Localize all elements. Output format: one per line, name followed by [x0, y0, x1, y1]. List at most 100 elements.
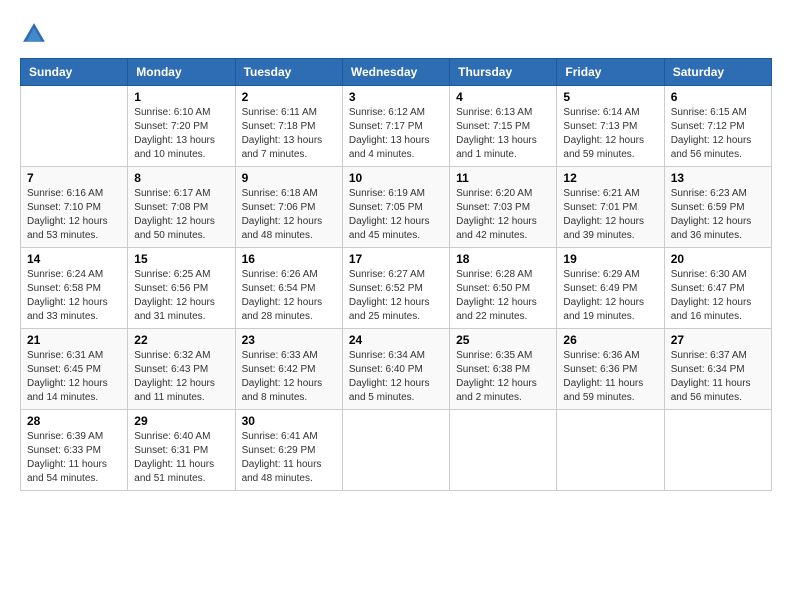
cell-info: Sunrise: 6:34 AMSunset: 6:40 PMDaylight:… — [349, 349, 443, 405]
date-number: 2 — [242, 90, 336, 104]
calendar-cell: 21 Sunrise: 6:31 AMSunset: 6:45 PMDaylig… — [21, 329, 128, 410]
calendar-cell: 10 Sunrise: 6:19 AMSunset: 7:05 PMDaylig… — [342, 167, 449, 248]
date-number: 29 — [134, 414, 228, 428]
cell-info: Sunrise: 6:20 AMSunset: 7:03 PMDaylight:… — [456, 187, 550, 243]
calendar-cell: 15 Sunrise: 6:25 AMSunset: 6:56 PMDaylig… — [128, 248, 235, 329]
date-number: 24 — [349, 333, 443, 347]
date-number: 28 — [27, 414, 121, 428]
date-number: 15 — [134, 252, 228, 266]
date-number: 13 — [671, 171, 765, 185]
cell-info: Sunrise: 6:23 AMSunset: 6:59 PMDaylight:… — [671, 187, 765, 243]
date-number: 30 — [242, 414, 336, 428]
logo-icon — [20, 20, 48, 48]
date-number: 25 — [456, 333, 550, 347]
calendar-cell: 6 Sunrise: 6:15 AMSunset: 7:12 PMDayligh… — [664, 86, 771, 167]
date-number: 1 — [134, 90, 228, 104]
day-header-monday: Monday — [128, 59, 235, 86]
date-number: 10 — [349, 171, 443, 185]
date-number: 9 — [242, 171, 336, 185]
date-number: 23 — [242, 333, 336, 347]
calendar-cell: 11 Sunrise: 6:20 AMSunset: 7:03 PMDaylig… — [450, 167, 557, 248]
calendar-cell: 3 Sunrise: 6:12 AMSunset: 7:17 PMDayligh… — [342, 86, 449, 167]
date-number: 22 — [134, 333, 228, 347]
date-number: 5 — [563, 90, 657, 104]
cell-info: Sunrise: 6:29 AMSunset: 6:49 PMDaylight:… — [563, 268, 657, 324]
cell-info: Sunrise: 6:11 AMSunset: 7:18 PMDaylight:… — [242, 106, 336, 162]
cell-info: Sunrise: 6:28 AMSunset: 6:50 PMDaylight:… — [456, 268, 550, 324]
day-header-sunday: Sunday — [21, 59, 128, 86]
cell-info: Sunrise: 6:32 AMSunset: 6:43 PMDaylight:… — [134, 349, 228, 405]
calendar-cell: 2 Sunrise: 6:11 AMSunset: 7:18 PMDayligh… — [235, 86, 342, 167]
date-number: 6 — [671, 90, 765, 104]
cell-info: Sunrise: 6:35 AMSunset: 6:38 PMDaylight:… — [456, 349, 550, 405]
calendar-cell: 22 Sunrise: 6:32 AMSunset: 6:43 PMDaylig… — [128, 329, 235, 410]
date-number: 14 — [27, 252, 121, 266]
calendar-cell: 9 Sunrise: 6:18 AMSunset: 7:06 PMDayligh… — [235, 167, 342, 248]
date-number: 18 — [456, 252, 550, 266]
calendar-cell: 17 Sunrise: 6:27 AMSunset: 6:52 PMDaylig… — [342, 248, 449, 329]
calendar-week-5: 28 Sunrise: 6:39 AMSunset: 6:33 PMDaylig… — [21, 410, 772, 491]
date-number: 7 — [27, 171, 121, 185]
calendar-table: SundayMondayTuesdayWednesdayThursdayFrid… — [20, 58, 772, 491]
cell-info: Sunrise: 6:19 AMSunset: 7:05 PMDaylight:… — [349, 187, 443, 243]
cell-info: Sunrise: 6:17 AMSunset: 7:08 PMDaylight:… — [134, 187, 228, 243]
cell-info: Sunrise: 6:30 AMSunset: 6:47 PMDaylight:… — [671, 268, 765, 324]
cell-info: Sunrise: 6:24 AMSunset: 6:58 PMDaylight:… — [27, 268, 121, 324]
day-header-row: SundayMondayTuesdayWednesdayThursdayFrid… — [21, 59, 772, 86]
calendar-week-2: 7 Sunrise: 6:16 AMSunset: 7:10 PMDayligh… — [21, 167, 772, 248]
calendar-cell: 30 Sunrise: 6:41 AMSunset: 6:29 PMDaylig… — [235, 410, 342, 491]
cell-info: Sunrise: 6:33 AMSunset: 6:42 PMDaylight:… — [242, 349, 336, 405]
date-number: 20 — [671, 252, 765, 266]
calendar-week-4: 21 Sunrise: 6:31 AMSunset: 6:45 PMDaylig… — [21, 329, 772, 410]
date-number: 8 — [134, 171, 228, 185]
calendar-cell: 28 Sunrise: 6:39 AMSunset: 6:33 PMDaylig… — [21, 410, 128, 491]
date-number: 27 — [671, 333, 765, 347]
date-number: 16 — [242, 252, 336, 266]
date-number: 19 — [563, 252, 657, 266]
calendar-cell — [557, 410, 664, 491]
cell-info: Sunrise: 6:21 AMSunset: 7:01 PMDaylight:… — [563, 187, 657, 243]
cell-info: Sunrise: 6:27 AMSunset: 6:52 PMDaylight:… — [349, 268, 443, 324]
calendar-cell: 12 Sunrise: 6:21 AMSunset: 7:01 PMDaylig… — [557, 167, 664, 248]
calendar-cell — [342, 410, 449, 491]
cell-info: Sunrise: 6:31 AMSunset: 6:45 PMDaylight:… — [27, 349, 121, 405]
calendar-cell: 4 Sunrise: 6:13 AMSunset: 7:15 PMDayligh… — [450, 86, 557, 167]
date-number: 3 — [349, 90, 443, 104]
calendar-cell: 5 Sunrise: 6:14 AMSunset: 7:13 PMDayligh… — [557, 86, 664, 167]
logo — [20, 20, 52, 48]
calendar-week-3: 14 Sunrise: 6:24 AMSunset: 6:58 PMDaylig… — [21, 248, 772, 329]
date-number: 4 — [456, 90, 550, 104]
cell-info: Sunrise: 6:13 AMSunset: 7:15 PMDaylight:… — [456, 106, 550, 162]
calendar-cell: 16 Sunrise: 6:26 AMSunset: 6:54 PMDaylig… — [235, 248, 342, 329]
cell-info: Sunrise: 6:36 AMSunset: 6:36 PMDaylight:… — [563, 349, 657, 405]
calendar-cell: 23 Sunrise: 6:33 AMSunset: 6:42 PMDaylig… — [235, 329, 342, 410]
calendar-cell: 7 Sunrise: 6:16 AMSunset: 7:10 PMDayligh… — [21, 167, 128, 248]
calendar-cell: 18 Sunrise: 6:28 AMSunset: 6:50 PMDaylig… — [450, 248, 557, 329]
day-header-thursday: Thursday — [450, 59, 557, 86]
cell-info: Sunrise: 6:39 AMSunset: 6:33 PMDaylight:… — [27, 430, 121, 486]
cell-info: Sunrise: 6:25 AMSunset: 6:56 PMDaylight:… — [134, 268, 228, 324]
calendar-cell: 25 Sunrise: 6:35 AMSunset: 6:38 PMDaylig… — [450, 329, 557, 410]
calendar-cell: 27 Sunrise: 6:37 AMSunset: 6:34 PMDaylig… — [664, 329, 771, 410]
calendar-cell — [21, 86, 128, 167]
calendar-cell: 26 Sunrise: 6:36 AMSunset: 6:36 PMDaylig… — [557, 329, 664, 410]
calendar-cell: 29 Sunrise: 6:40 AMSunset: 6:31 PMDaylig… — [128, 410, 235, 491]
cell-info: Sunrise: 6:12 AMSunset: 7:17 PMDaylight:… — [349, 106, 443, 162]
calendar-cell: 20 Sunrise: 6:30 AMSunset: 6:47 PMDaylig… — [664, 248, 771, 329]
day-header-wednesday: Wednesday — [342, 59, 449, 86]
cell-info: Sunrise: 6:14 AMSunset: 7:13 PMDaylight:… — [563, 106, 657, 162]
date-number: 21 — [27, 333, 121, 347]
calendar-cell: 14 Sunrise: 6:24 AMSunset: 6:58 PMDaylig… — [21, 248, 128, 329]
calendar-cell — [450, 410, 557, 491]
calendar-cell: 8 Sunrise: 6:17 AMSunset: 7:08 PMDayligh… — [128, 167, 235, 248]
day-header-tuesday: Tuesday — [235, 59, 342, 86]
date-number: 17 — [349, 252, 443, 266]
calendar-cell — [664, 410, 771, 491]
cell-info: Sunrise: 6:10 AMSunset: 7:20 PMDaylight:… — [134, 106, 228, 162]
cell-info: Sunrise: 6:18 AMSunset: 7:06 PMDaylight:… — [242, 187, 336, 243]
calendar-cell: 1 Sunrise: 6:10 AMSunset: 7:20 PMDayligh… — [128, 86, 235, 167]
calendar-week-1: 1 Sunrise: 6:10 AMSunset: 7:20 PMDayligh… — [21, 86, 772, 167]
day-header-friday: Friday — [557, 59, 664, 86]
page-header — [20, 20, 772, 48]
calendar-cell: 19 Sunrise: 6:29 AMSunset: 6:49 PMDaylig… — [557, 248, 664, 329]
